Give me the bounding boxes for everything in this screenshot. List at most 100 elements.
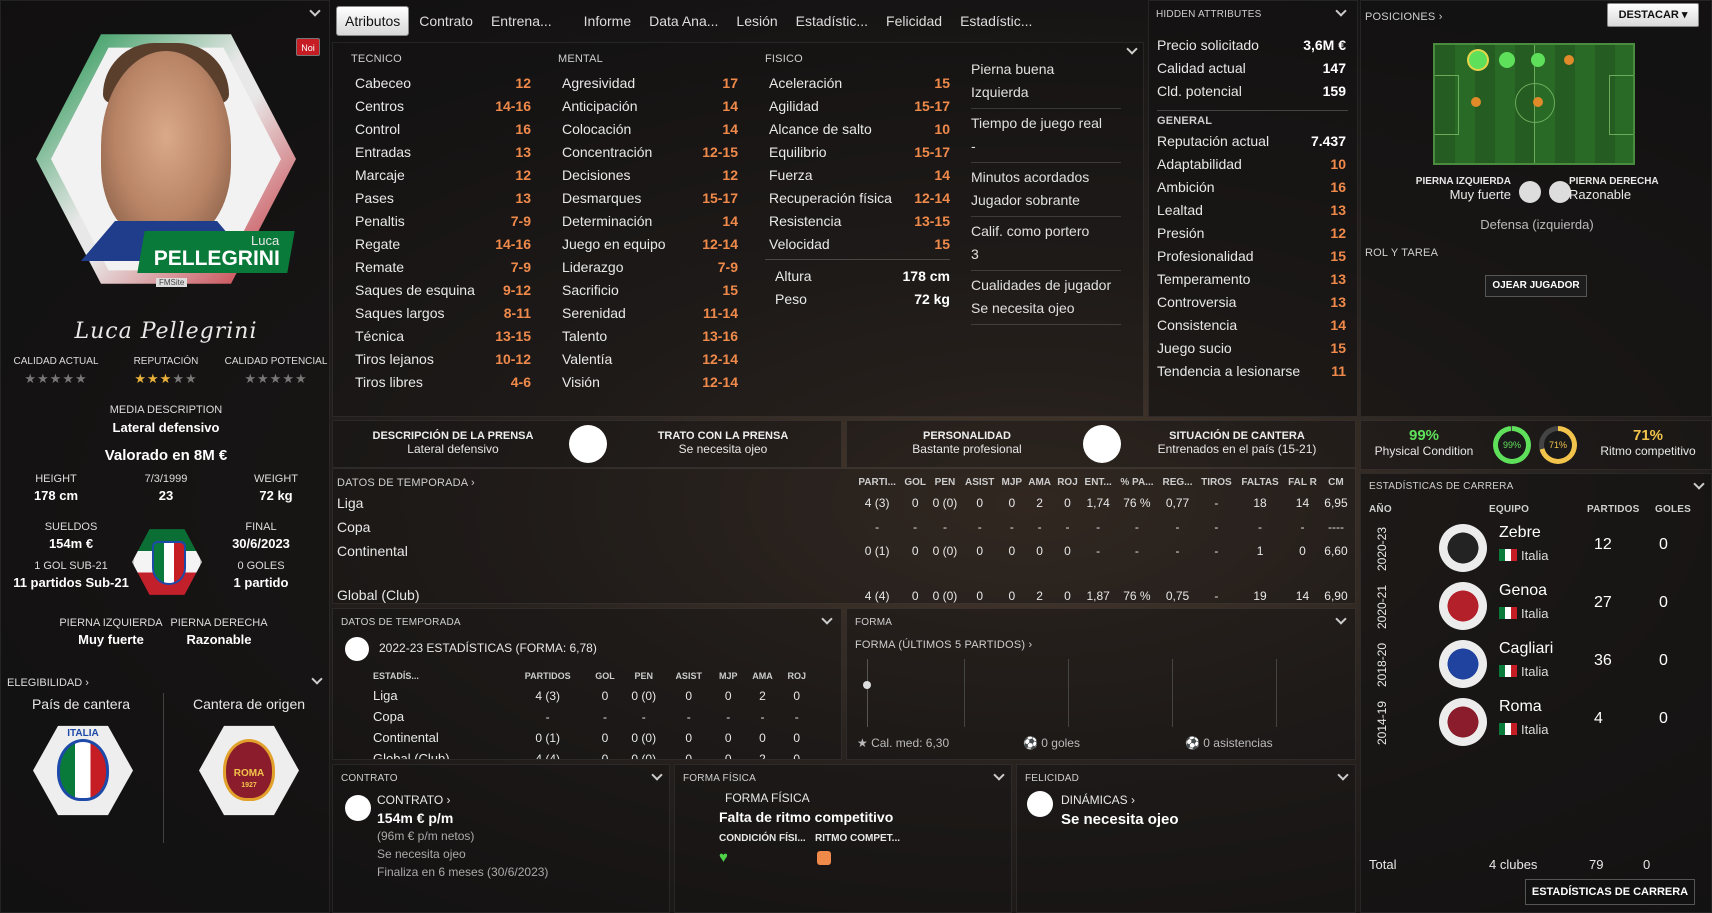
season-column-header[interactable]: MJP (999, 473, 1025, 491)
stats-icon (345, 637, 369, 661)
season-cell: - (1175, 544, 1180, 558)
destacar-dropdown[interactable]: DESTACAR ▾ (1607, 3, 1699, 27)
season-mini-cell: 0 (601, 751, 609, 760)
season-mini-cell: - (641, 709, 646, 724)
career-club-row[interactable]: Zebre Italia 12 0 (1439, 524, 1699, 576)
eligibility-chevron-icon[interactable] (311, 673, 323, 685)
hidden-chevron-icon[interactable] (1335, 5, 1347, 17)
season-column-header[interactable]: FALTAS (1236, 473, 1284, 491)
attribute-row: Centros 14-16 (351, 94, 531, 117)
season-column-header[interactable]: GOL (901, 473, 929, 491)
season-mini-header[interactable]: GOL (588, 667, 622, 685)
career-club-row[interactable]: Genoa Italia 27 0 (1439, 582, 1699, 634)
positions-link[interactable]: POSICIONES › (1365, 11, 1443, 23)
attribute-value: 10-12 (495, 350, 531, 367)
season-column-header[interactable]: ENT... (1081, 473, 1116, 491)
season-column-header[interactable]: AMA (1025, 473, 1054, 491)
season-mini-cell: 0 (0) (631, 751, 657, 760)
tab-contrato[interactable]: Contrato (411, 7, 481, 35)
form-point (863, 681, 871, 689)
club-matches: 4 (1594, 710, 1603, 727)
attribute-name: Alcance de salto (769, 120, 872, 137)
season-cell: - (1214, 520, 1219, 534)
season-mini-chevron-icon[interactable] (821, 613, 833, 625)
tab-atributos[interactable]: Atributos (336, 6, 410, 36)
season-cell: - (1134, 544, 1139, 558)
contract-link[interactable]: CONTRATO › (377, 791, 548, 809)
tab-lesion[interactable]: Lesión (728, 7, 785, 35)
hidden-attribute-row: Profesionalidad 15 (1153, 244, 1358, 267)
season-cell: 0 (1008, 589, 1016, 603)
attribute-value: 13-15 (495, 327, 531, 344)
attribute-row: Aceleración 15 (765, 71, 950, 94)
attribute-name: Cabeceo (355, 74, 412, 91)
height-age-weight: HEIGHT 178 cm 7/3/1999 23 WEIGHT 72 kg (33, 473, 298, 503)
technical-attributes: TECNICO Cabeceo 12 Centros 14-16 Control 16 En… (351, 53, 531, 393)
attributes-chevron-icon[interactable] (1126, 43, 1138, 55)
fitness-chevron-icon[interactable] (993, 769, 1005, 781)
condition-panel: 99% Physical Condition 99% 71% 71% Ritmo… (1360, 420, 1712, 470)
season-column-header[interactable]: PARTI... (853, 473, 901, 491)
attribute-name: Desmarques (562, 189, 642, 206)
contract-panel: CONTRATO CONTRATO › 154m € p/m (96m € p/… (332, 764, 670, 913)
attribute-row: Agilidad 15-17 (765, 94, 950, 117)
season-column-header[interactable]: % PA... (1116, 473, 1159, 491)
career-chevron-icon[interactable] (1693, 478, 1705, 490)
season-column-header[interactable]: REG... (1158, 473, 1197, 491)
season-mini-cell: 0 (1) (535, 730, 560, 745)
contract-chevron-icon[interactable] (651, 769, 663, 781)
attribute-row: Recuperación física 12-14 (765, 186, 950, 209)
attribute-value: 7-9 (510, 212, 531, 229)
collapse-chevron-icon[interactable] (309, 5, 321, 17)
season-mini-header[interactable]: ESTADÍS... (373, 667, 507, 685)
hidden-attribute-row: Calidad actual 147 (1153, 56, 1358, 79)
season-mini-header[interactable]: PEN (622, 667, 665, 685)
club-crest-icon (1439, 640, 1487, 688)
eligibility-link[interactable]: ELEGIBILIDAD › (7, 677, 89, 689)
form-link[interactable]: FORMA (ÚLTIMOS 5 PARTIDOS) › (855, 639, 1032, 651)
season-mini-cell: - (603, 709, 607, 724)
positions-panel: POSICIONES › DESTACAR ▾ PIERNA IZQUIERDA… (1360, 0, 1712, 417)
season-mini-cell: 0 (0) (631, 730, 657, 745)
career-stats-button[interactable]: ESTADÍSTICAS DE CARRERA (1525, 879, 1695, 905)
season-mini-header[interactable]: MJP (712, 667, 745, 685)
hidden-attribute-name: Profesionalidad (1157, 247, 1254, 264)
season-cell: - (1096, 544, 1101, 558)
season-column-header[interactable]: PEN (929, 473, 961, 491)
attribute-name: Juego en equipo (562, 235, 666, 252)
happiness-chevron-icon[interactable] (1337, 769, 1349, 781)
italy-youth-crest: ITALIA (33, 725, 133, 816)
hidden-attributes-panel: HIDDEN ATTRIBUTES Precio solicitado 3,6M … (1148, 0, 1358, 417)
career-club-row[interactable]: Roma Italia 4 0 (1439, 698, 1699, 750)
tab-felicidad[interactable]: Felicidad (878, 7, 950, 35)
season-mini-header[interactable]: ROJ (780, 667, 813, 685)
player-profile-panel: Luca PELLEGRINI FMSite Noi Luca Pellegri… (0, 0, 330, 913)
season-mini-cell: 0 (0) (631, 688, 657, 703)
season-column-header[interactable]: TIROS (1197, 473, 1236, 491)
player-portrait: Luca PELLEGRINI FMSite (21, 21, 311, 301)
tab-data-analysis[interactable]: Data Ana... (641, 7, 726, 35)
season-column-header[interactable]: ASIST (961, 473, 999, 491)
season-cell: - (1214, 589, 1219, 603)
season-mini-header[interactable]: PARTIDOS (507, 667, 587, 685)
career-club-row[interactable]: Cagliari Italia 36 0 (1439, 640, 1699, 692)
season-column-header[interactable]: FAL R (1284, 473, 1321, 491)
dynamics-link[interactable]: DINÁMICAS › (1061, 793, 1135, 807)
season-mini-header[interactable]: AMA (744, 667, 780, 685)
dynamics-icon (1027, 791, 1053, 817)
tab-estadisticas-2[interactable]: Estadístic... (952, 7, 1040, 35)
tab-estadisticas-1[interactable]: Estadístic... (788, 7, 876, 35)
star-icon: ★ (857, 736, 872, 750)
hidden-attribute-row: Reputación actual 7.437 (1153, 129, 1358, 152)
tab-entrenamiento[interactable]: Entrena... (483, 7, 560, 35)
season-mini-cell: - (726, 709, 731, 724)
tab-informe[interactable]: Informe (576, 7, 639, 35)
season-cell: 0 (911, 496, 919, 510)
form-chevron-icon[interactable] (1335, 613, 1347, 625)
season-column-header[interactable]: CM (1321, 473, 1351, 491)
scout-player-button[interactable]: OJEAR JUGADOR (1485, 275, 1587, 297)
season-mini-header[interactable]: ASIST (665, 667, 712, 685)
season-column-header[interactable]: ROJ (1054, 473, 1080, 491)
attribute-value: 12-14 (914, 189, 950, 206)
season-mini-cell: - (545, 709, 550, 724)
